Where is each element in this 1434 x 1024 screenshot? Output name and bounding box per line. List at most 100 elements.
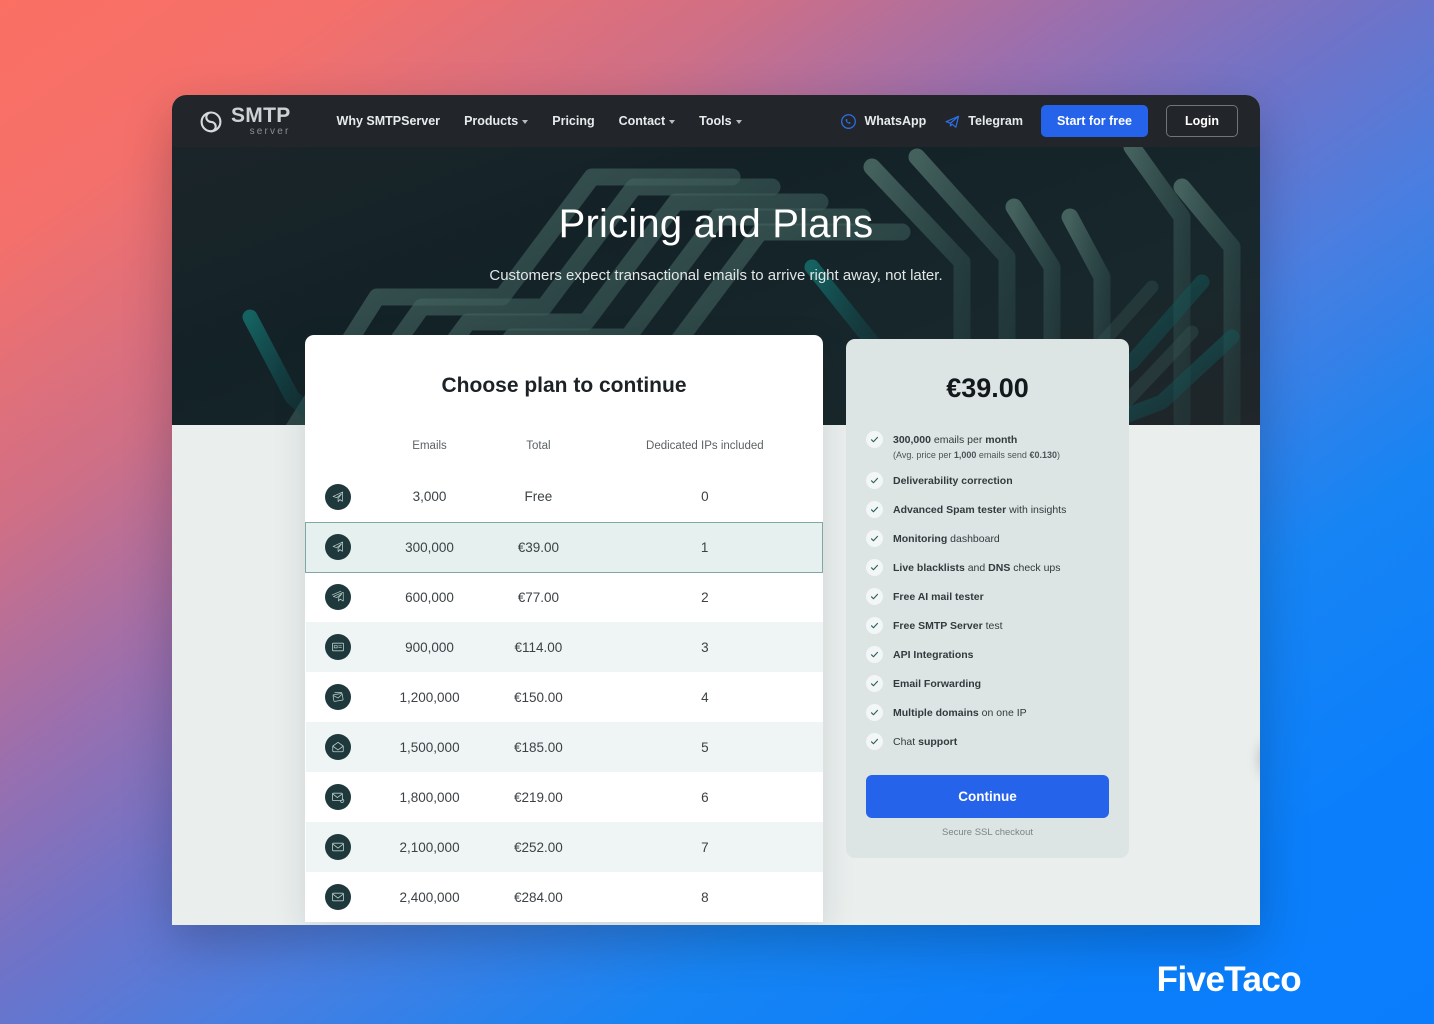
continue-button[interactable]: Continue: [866, 775, 1109, 818]
feature-label: Chat support: [893, 736, 958, 748]
plan-emails: 2,100,000: [369, 822, 490, 872]
check-icon: [866, 646, 883, 663]
plan-dedicated-ips: 0: [701, 489, 709, 505]
logo[interactable]: SMTP server: [198, 105, 291, 137]
col-icon: [306, 440, 370, 472]
plan-icon-cell: [305, 822, 370, 872]
login-button[interactable]: Login: [1165, 105, 1238, 137]
plan-total: €284.00: [514, 889, 563, 905]
table-row[interactable]: 2,400,000 €284.00 8: [306, 872, 823, 922]
plan-emails: 1,500,000: [369, 722, 490, 772]
feature-text-wrap: Deliverability correction: [893, 471, 1013, 489]
plan-card-title: Choose plan to continue: [441, 374, 687, 397]
plan-summary-card: €39.00 300,000 emails per month (Avg. pri…: [846, 339, 1129, 858]
paper-planes-icon: [324, 584, 351, 611]
feature-text-wrap: Email Forwarding: [893, 674, 981, 692]
mail-card-icon: [324, 634, 351, 660]
feature-text-wrap: Multiple domains on one IP: [893, 703, 1027, 721]
plan-dedicated-ips: 1: [587, 521, 823, 573]
plan-icon-cell: [305, 622, 370, 672]
nav-label: Contact: [618, 114, 666, 128]
feature-label: Advanced Spam tester with insights: [893, 504, 1067, 516]
table-row[interactable]: 300,000 €39.00 1: [305, 521, 823, 573]
telegram-link[interactable]: Telegram: [944, 113, 1023, 130]
list-item: Advanced Spam tester with insights: [866, 500, 1109, 518]
plan-dedicated-ips: 5: [587, 722, 823, 772]
whatsapp-label: WhatsApp: [864, 114, 927, 128]
feature-label: Multiple domains on one IP: [893, 707, 1027, 719]
check-icon: [866, 617, 883, 634]
plan-dedicated-ips: 8: [701, 889, 709, 905]
feature-label: Free SMTP Server test: [893, 620, 1003, 632]
plan-dedicated-ips: 2: [701, 589, 709, 605]
nav-item-contact[interactable]: Contact: [619, 114, 676, 128]
plan-dedicated-ips: 3: [587, 622, 823, 672]
table-row[interactable]: 1,200,000 €150.00 4: [306, 672, 823, 722]
feature-text-wrap: Free SMTP Server test: [893, 616, 1003, 634]
table-row[interactable]: 1,500,000 €185.00 5: [305, 722, 823, 772]
logo-title: SMTP: [231, 104, 291, 127]
feature-list: 300,000 emails per month (Avg. price per …: [866, 430, 1109, 750]
col-emails: Emails: [412, 440, 447, 452]
nav-item-why-smtpserver[interactable]: Why SMTPServer: [337, 114, 441, 128]
mail-stack-icon: [324, 684, 351, 710]
feature-label: 300,000 emails per month: [893, 434, 1018, 446]
telegram-icon: [945, 115, 960, 128]
plan-icon-cell: [306, 872, 370, 922]
plan-total: €219.00: [514, 789, 563, 805]
fivetaco-watermark: FiveTaco: [1156, 960, 1302, 999]
list-item: Chat support: [866, 732, 1109, 750]
feature-text-wrap: Monitoring dashboard: [893, 529, 1000, 547]
feature-text-wrap: Free AI mail tester: [893, 587, 984, 605]
plan-total: €77.00: [517, 589, 560, 605]
nav-item-products[interactable]: Products: [464, 114, 529, 128]
plan-dedicated-ips: 7: [587, 822, 823, 872]
pricing-table: Emails Total Dedicated IPs included 3,00…: [305, 440, 823, 922]
nav-actions: WhatsApp Telegram Start for free Login: [840, 105, 1238, 137]
feature-label: Monitoring dashboard: [893, 533, 1000, 545]
plan-total: Free: [524, 489, 553, 505]
start-for-free-button[interactable]: Start for free: [1040, 105, 1148, 137]
plan-dedicated-ips: 4: [701, 689, 709, 705]
feature-text-wrap: API Integrations: [893, 645, 974, 663]
content-area: Choose plan to continue Emails Total Ded…: [172, 335, 1260, 925]
smtp-logo-icon: [200, 111, 222, 133]
plan-total: €185.00: [489, 722, 588, 772]
hero-subtitle: Customers expect transactional emails to…: [489, 267, 943, 284]
check-icon: [866, 588, 883, 605]
navbar: SMTP server Why SMTPServer Products Pric…: [172, 95, 1260, 147]
table-row[interactable]: 600,000 €77.00 2: [306, 572, 823, 622]
list-item: Free SMTP Server test: [866, 616, 1109, 634]
feature-label: Deliverability correction: [893, 475, 1013, 487]
table-row[interactable]: 2,100,000 €252.00 7: [305, 822, 823, 872]
table-row[interactable]: 3,000 Free 0: [306, 472, 823, 522]
nav-item-tools[interactable]: Tools: [699, 114, 742, 128]
pricing-table-body: 3,000 Free 0 300,000 €39.00 1 600,000 €77.00 2 90…: [305, 472, 823, 922]
chevron-down-icon: [735, 120, 742, 124]
list-item: Live blacklists and DNS check ups: [866, 558, 1109, 576]
chevron-down-icon: [669, 120, 676, 124]
nav-label: Pricing: [552, 114, 595, 128]
plan-icon-cell: [305, 722, 370, 772]
table-row[interactable]: 900,000 €114.00 3: [305, 622, 823, 672]
paper-plane-icon: [324, 483, 351, 510]
list-item: Email Forwarding: [866, 674, 1109, 692]
whatsapp-link[interactable]: WhatsApp: [840, 113, 926, 130]
feature-text-wrap: Live blacklists and DNS check ups: [893, 558, 1061, 576]
list-item: Multiple domains on one IP: [866, 703, 1109, 721]
logo-subtitle: server: [249, 126, 291, 137]
site-frame: SMTP server Why SMTPServer Products Pric…: [172, 95, 1260, 925]
plan-total: €114.00: [489, 622, 588, 672]
list-item: Free AI mail tester: [866, 587, 1109, 605]
plan-emails: 300,000: [369, 521, 490, 573]
plan-emails: 900,000: [369, 622, 490, 672]
plan-icon-cell: [306, 572, 370, 622]
nav-label: Products: [464, 114, 519, 128]
envelope-icon: [324, 834, 351, 860]
plan-emails: 600,000: [405, 589, 454, 605]
table-row[interactable]: 1,800,000 €219.00 6: [306, 772, 823, 822]
col-total: Total: [526, 440, 551, 452]
plan-emails: 1,200,000: [399, 689, 460, 705]
nav-item-pricing[interactable]: Pricing: [552, 114, 594, 128]
feature-label: Live blacklists and DNS check ups: [893, 562, 1061, 574]
